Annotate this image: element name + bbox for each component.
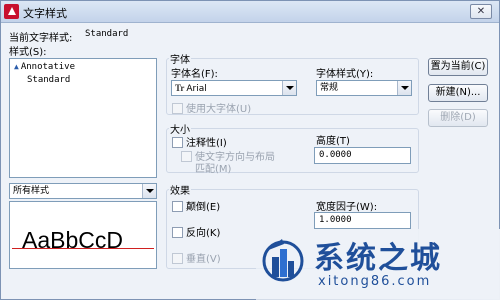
checkbox-box [172, 227, 183, 238]
current-style-label: 当前文字样式: [9, 33, 73, 44]
font-style-dropdown[interactable]: 常规 [316, 80, 412, 96]
checkbox-box [172, 103, 183, 114]
big-font-label: 使用大字体(U) [186, 104, 252, 115]
vertical-checkbox[interactable]: 垂直(V) [172, 250, 221, 265]
watermark: 系统之城 xitong86.com [256, 229, 500, 300]
watermark-title: 系统之城 [314, 241, 442, 276]
chevron-down-icon[interactable] [282, 81, 296, 95]
checkbox-box [172, 137, 183, 148]
truetype-icon: Tr [175, 83, 185, 93]
font-style-label: 字体样式(Y): [316, 69, 374, 80]
big-font-checkbox[interactable]: 使用大字体(U) [172, 100, 251, 115]
chevron-down-icon[interactable] [142, 184, 156, 198]
upside-down-checkbox[interactable]: 颠倒(E) [172, 198, 220, 213]
current-style-value: Standard [85, 29, 129, 39]
preview-text: AaBbCcD [22, 227, 123, 253]
list-item-label: Standard [27, 75, 71, 85]
font-style-value: 常规 [320, 83, 339, 93]
annotative-icon: ▲ [14, 62, 19, 71]
close-button[interactable]: ✕ [470, 4, 492, 19]
width-factor-value: 1.0000 [319, 215, 352, 225]
font-name-value: Arial [186, 84, 207, 94]
chevron-down-icon[interactable] [397, 81, 411, 95]
annotative-checkbox[interactable]: 注释性(I) [172, 134, 227, 149]
close-icon: ✕ [476, 6, 486, 17]
height-value: 0.0000 [319, 150, 352, 160]
text-style-dialog: 文字样式 ✕ 当前文字样式: Standard 样式(S): ▲ Annotati… [0, 0, 500, 300]
width-factor-label: 宽度因子(W): [316, 202, 378, 213]
autocad-icon [4, 4, 19, 19]
upside-down-label: 颠倒(E) [186, 202, 221, 213]
style-filter-value: 所有样式 [13, 186, 50, 196]
styles-label: 样式(S): [9, 47, 47, 58]
backwards-label: 反向(K) [186, 228, 221, 239]
font-name-label: 字体名(F): [171, 69, 218, 80]
font-group-title: 字体 [169, 51, 191, 66]
watermark-url: xitong86.com [318, 274, 432, 289]
list-item-label: Annotative [20, 62, 76, 72]
list-item[interactable]: Standard [27, 75, 70, 85]
set-current-button[interactable]: 置为当前(C) [428, 58, 488, 76]
style-filter-dropdown[interactable]: 所有样式 [9, 183, 157, 199]
title-bar: 文字样式 ✕ [1, 1, 499, 23]
checkbox-box [172, 201, 183, 212]
style-preview: AaBbCcD [9, 201, 157, 269]
height-label: 高度(T) [316, 136, 350, 147]
height-input[interactable]: 0.0000 [314, 147, 411, 164]
delete-button[interactable]: 删除(D) [428, 109, 488, 127]
window-title: 文字样式 [23, 7, 67, 20]
match-orientation-label-line2: 匹配(M) [195, 164, 232, 175]
width-factor-input[interactable]: 1.0000 [314, 212, 411, 229]
checkbox-box [172, 253, 183, 264]
styles-list[interactable]: ▲ Annotative Standard [9, 58, 157, 178]
new-button[interactable]: 新建(N)... [428, 84, 488, 102]
city-logo [262, 239, 304, 282]
effects-group-title: 效果 [169, 182, 191, 197]
checkbox-box [181, 151, 192, 162]
backwards-checkbox[interactable]: 反向(K) [172, 224, 220, 239]
vertical-label: 垂直(V) [186, 254, 221, 265]
list-item[interactable]: ▲ Annotative [14, 62, 75, 72]
font-name-dropdown[interactable]: Tr Arial [171, 80, 297, 96]
